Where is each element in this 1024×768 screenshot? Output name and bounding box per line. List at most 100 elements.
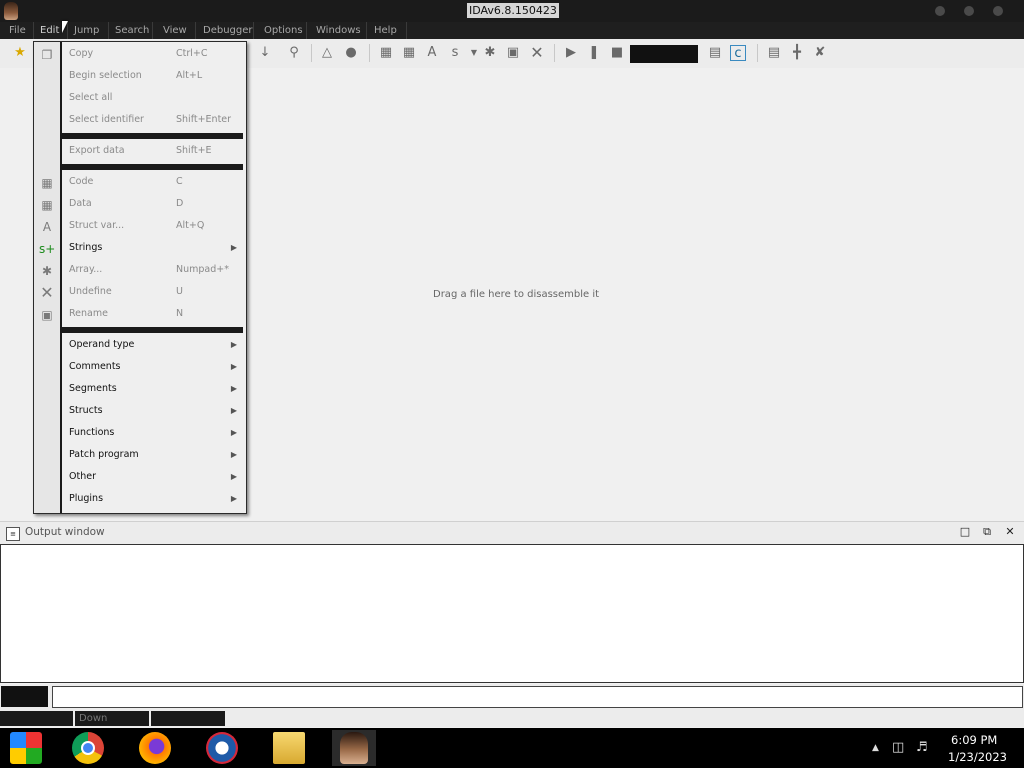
menu-help[interactable]: Help (369, 22, 407, 39)
title-bar: IDAv6.8.150423 (0, 0, 1024, 22)
stop-icon[interactable]: ■ (609, 45, 625, 61)
menu-view[interactable]: View (158, 22, 196, 39)
decompile-icon[interactable]: c (730, 45, 746, 61)
breakpoint-list-icon[interactable]: ▤ (766, 45, 782, 61)
add-breakpoint-icon[interactable]: ╋ (789, 45, 805, 61)
ida-logo-icon[interactable] (4, 2, 18, 20)
toolbar-separator (757, 44, 758, 62)
clock-time[interactable]: 6:09 PM (951, 733, 997, 747)
array-icon[interactable]: ✱ (482, 45, 498, 61)
close-panel-icon[interactable]: ✕ (1003, 525, 1017, 539)
menu-item-functions[interactable]: Functions ▶ (69, 422, 243, 444)
network-icon[interactable]: ◫ (892, 740, 904, 755)
menu-item-select-all[interactable]: Select all (69, 87, 243, 109)
ida-portrait-icon (340, 732, 368, 764)
play-icon[interactable]: ▶ (563, 45, 579, 61)
menu-item-export-data[interactable]: Export data Shift+E (69, 140, 243, 162)
submenu-arrow-icon: ▶ (230, 406, 237, 415)
menu-jump[interactable]: Jump (69, 22, 109, 39)
rename-icon[interactable]: ▣ (505, 45, 521, 61)
submenu-arrow-icon: ▶ (230, 340, 237, 349)
menu-separator (62, 164, 243, 170)
menu-item-begin-selection[interactable]: Begin selection Alt+L (69, 65, 243, 87)
submenu-arrow-icon: ▶ (230, 472, 237, 481)
output-window-body[interactable] (0, 544, 1024, 683)
menu-item-undefine[interactable]: Undefine U (69, 281, 243, 303)
ida-taskbar-button[interactable] (332, 730, 376, 766)
output-window-header: ≡ Output window □ ⧉ ✕ (0, 521, 1024, 544)
command-language-button[interactable] (1, 686, 48, 707)
menu-item-struct-var[interactable]: Struct var... Alt+Q (69, 215, 243, 237)
code-icon[interactable]: ▦ (378, 45, 394, 61)
maximize-panel-icon[interactable]: □ (958, 525, 972, 539)
mouse-cursor-icon (62, 21, 68, 33)
menu-item-patch-program[interactable]: Patch program ▶ (69, 444, 243, 466)
strings-icon[interactable]: s (447, 45, 463, 61)
delete-breakpoint-icon[interactable]: ✘ (812, 45, 828, 61)
window-title: IDAv6.8.150423 (467, 3, 559, 18)
menu-item-strings[interactable]: Strings ▶ (69, 237, 243, 259)
toolbar-separator (369, 44, 370, 62)
menu-item-segments[interactable]: Segments ▶ (69, 378, 243, 400)
volume-icon[interactable]: ♬ (916, 740, 928, 755)
pause-icon[interactable]: ❚ (586, 45, 602, 61)
chevron-down-icon[interactable]: ▼ (466, 45, 482, 61)
submenu-arrow-icon: ▶ (230, 428, 237, 437)
search-binary-icon[interactable]: ⚲ (286, 45, 302, 61)
menu-item-other[interactable]: Other ▶ (69, 466, 243, 488)
submenu-arrow-icon: ▶ (230, 494, 237, 503)
menu-item-data[interactable]: Data D (69, 193, 243, 215)
show-hidden-icons-icon[interactable]: ▲ (872, 743, 879, 753)
data-icon[interactable]: ▦ (401, 45, 417, 61)
circle-icon[interactable]: ● (343, 45, 359, 61)
file-explorer-icon[interactable] (273, 732, 305, 764)
command-input[interactable] (52, 686, 1023, 708)
taskbar: ▲ ◫ ♬ 6:09 PM 1/23/2023 (0, 728, 1024, 768)
menu-separator (62, 327, 243, 333)
menu-search[interactable]: Search (110, 22, 153, 39)
toolbar-separator (554, 44, 555, 62)
menu-file[interactable]: File (4, 22, 34, 39)
menu-item-code[interactable]: Code C (69, 171, 243, 193)
edit-menu-dropdown: ❐ Copy Ctrl+C Begin selection Alt+L Select… (33, 41, 247, 514)
firefox-icon[interactable] (139, 732, 171, 764)
menu-item-operand-type[interactable]: Operand type ▶ (69, 334, 243, 356)
struct-var-icon: A (42, 220, 52, 234)
drag-file-hint: Drag a file here to disassemble it (433, 289, 600, 300)
menu-item-structs[interactable]: Structs ▶ (69, 400, 243, 422)
close-button[interactable] (993, 6, 1003, 16)
menu-item-array[interactable]: Array... Numpad+* (69, 259, 243, 281)
submenu-arrow-icon: ▶ (230, 362, 237, 371)
status-autoanalysis (0, 711, 73, 726)
graph-icon[interactable]: △ (319, 45, 335, 61)
output-window-title: Output window (25, 526, 105, 538)
menu-options[interactable]: Options (259, 22, 307, 39)
chrome-icon[interactable] (72, 732, 104, 764)
struct-var-icon[interactable]: A (424, 45, 440, 61)
menu-separator (62, 133, 243, 139)
float-panel-icon[interactable]: ⧉ (980, 525, 994, 539)
attach-icon[interactable]: ▤ (707, 45, 723, 61)
open-folder-icon[interactable]: ★ (12, 45, 28, 61)
status-disk (151, 711, 225, 726)
menu-item-comments[interactable]: Comments ▶ (69, 356, 243, 378)
minimize-button[interactable] (935, 6, 945, 16)
undefine-icon: ✕ (40, 283, 54, 302)
debugger-select[interactable] (630, 45, 698, 63)
undefine-icon[interactable]: ✕ (529, 45, 545, 61)
code-icon: ▦ (41, 176, 53, 190)
menu-item-copy[interactable]: Copy Ctrl+C (69, 43, 243, 65)
clock-date[interactable]: 1/23/2023 (948, 750, 1007, 764)
menu-item-plugins[interactable]: Plugins ▶ (69, 488, 243, 510)
maximize-button[interactable] (964, 6, 974, 16)
menu-debugger[interactable]: Debugger (198, 22, 254, 39)
obama-logo-icon[interactable] (206, 732, 238, 764)
menu-item-rename[interactable]: Rename N (69, 303, 243, 325)
menu-item-select-identifier[interactable]: Select identifier Shift+Enter (69, 109, 243, 131)
command-row (0, 684, 1024, 710)
menu-windows[interactable]: Windows (311, 22, 367, 39)
copy-icon: ❐ (41, 48, 53, 62)
arrow-down-icon[interactable]: ↓ (257, 45, 273, 61)
start-icon[interactable] (10, 732, 42, 764)
strings-icon: s+ (39, 242, 56, 256)
